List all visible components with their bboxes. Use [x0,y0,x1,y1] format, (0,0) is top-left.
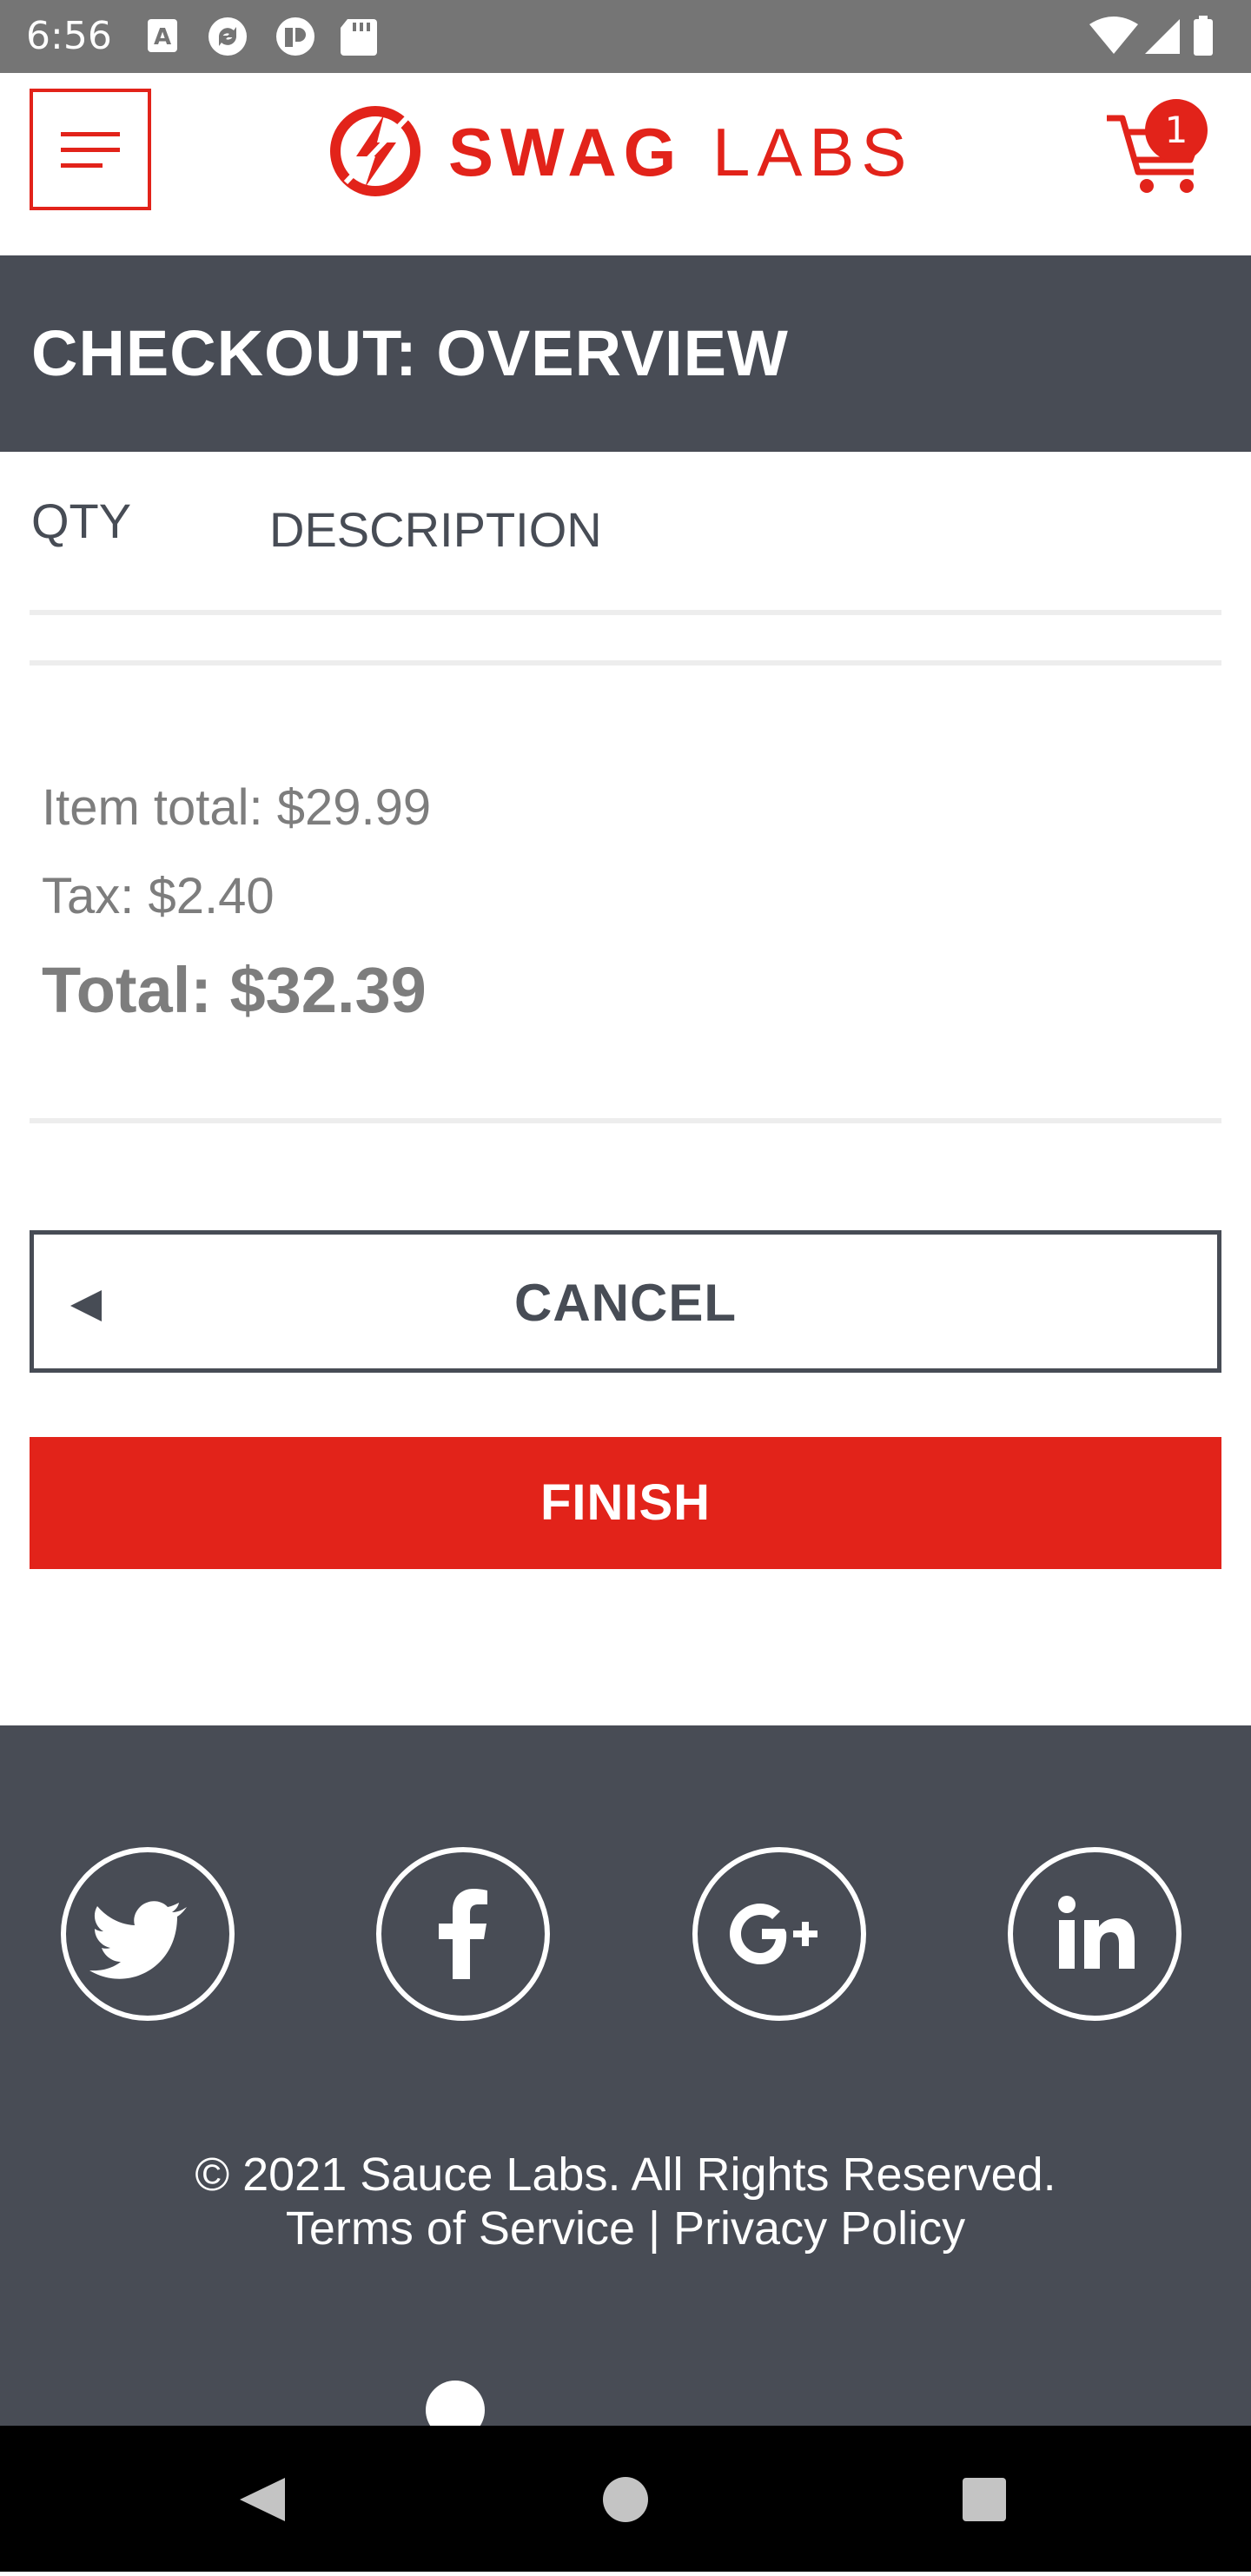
footer-links: Terms of Service | Privacy Policy [0,2202,1251,2255]
terms-of-service-link[interactable]: Terms of Service [286,2202,635,2255]
a-notification-icon: A [148,19,177,52]
hamburger-menu-icon [61,132,120,168]
status-notification-icons: A [148,17,377,56]
status-bar: 6:56 A [0,0,1251,73]
qty-column-label: QTY [31,493,132,548]
status-time: 6:56 [26,14,112,58]
logo-bolt-icon [330,106,420,196]
back-icon [240,2478,285,2521]
signal-icon [1145,19,1180,54]
svg-text:A: A [154,24,171,50]
subheader: CHECKOUT: OVERVIEW [0,255,1251,452]
app-header: SWAG LABS 1 [0,73,1251,255]
nav-bar-buttons [240,2477,1006,2522]
status-system-icons [1089,16,1213,56]
footer-copyright: © 2021 Sauce Labs. All Rights Reserved. [195,2149,1056,2201]
google-plus-link[interactable] [692,1847,866,2021]
google-plus-icon [730,1904,817,1964]
sync-icon [208,17,247,56]
description-column-label: DESCRIPTION [269,502,602,557]
page-title: CHECKOUT: OVERVIEW [31,317,789,389]
brand-secondary-text: LABS [712,114,913,190]
recents-icon [963,2478,1006,2521]
footer: © 2021 Sauce Labs. All Rights Reserved. … [0,1725,1251,2440]
menu-button[interactable] [30,89,151,210]
divider [30,660,1221,666]
pocket-icon [276,17,314,56]
cancel-button[interactable]: CANCEL [30,1230,1221,1373]
tax-label: Tax: $2.40 [42,868,275,924]
facebook-link[interactable] [376,1847,550,2021]
divider [30,610,1221,615]
battery-icon [1194,16,1213,56]
cancel-button-label: CANCEL [514,1274,737,1332]
finish-button[interactable]: FINISH [30,1437,1221,1569]
swag-labs-logo: SWAG LABS [330,106,913,196]
twitter-link[interactable] [61,1847,235,2021]
item-total-label: Item total: $29.99 [42,779,432,836]
system-nav-bar [0,2426,1251,2572]
brand-primary-text: SWAG [448,114,683,190]
total-label: Total: $32.39 [42,954,427,1026]
home-icon [603,2477,648,2522]
privacy-policy-link[interactable]: Privacy Policy [673,2202,965,2255]
wifi-icon [1089,17,1138,54]
cart-count-badge: 1 [1145,99,1208,162]
divider [30,1118,1221,1123]
finish-button-label: FINISH [539,1474,712,1531]
linkedin-link[interactable] [1008,1847,1182,2021]
facebook-icon [439,1889,487,1979]
twitter-icon [89,1901,187,1979]
linkedin-icon [1058,1896,1135,1969]
sd-card-icon [341,19,377,56]
footer-link-separator: | [648,2202,661,2255]
